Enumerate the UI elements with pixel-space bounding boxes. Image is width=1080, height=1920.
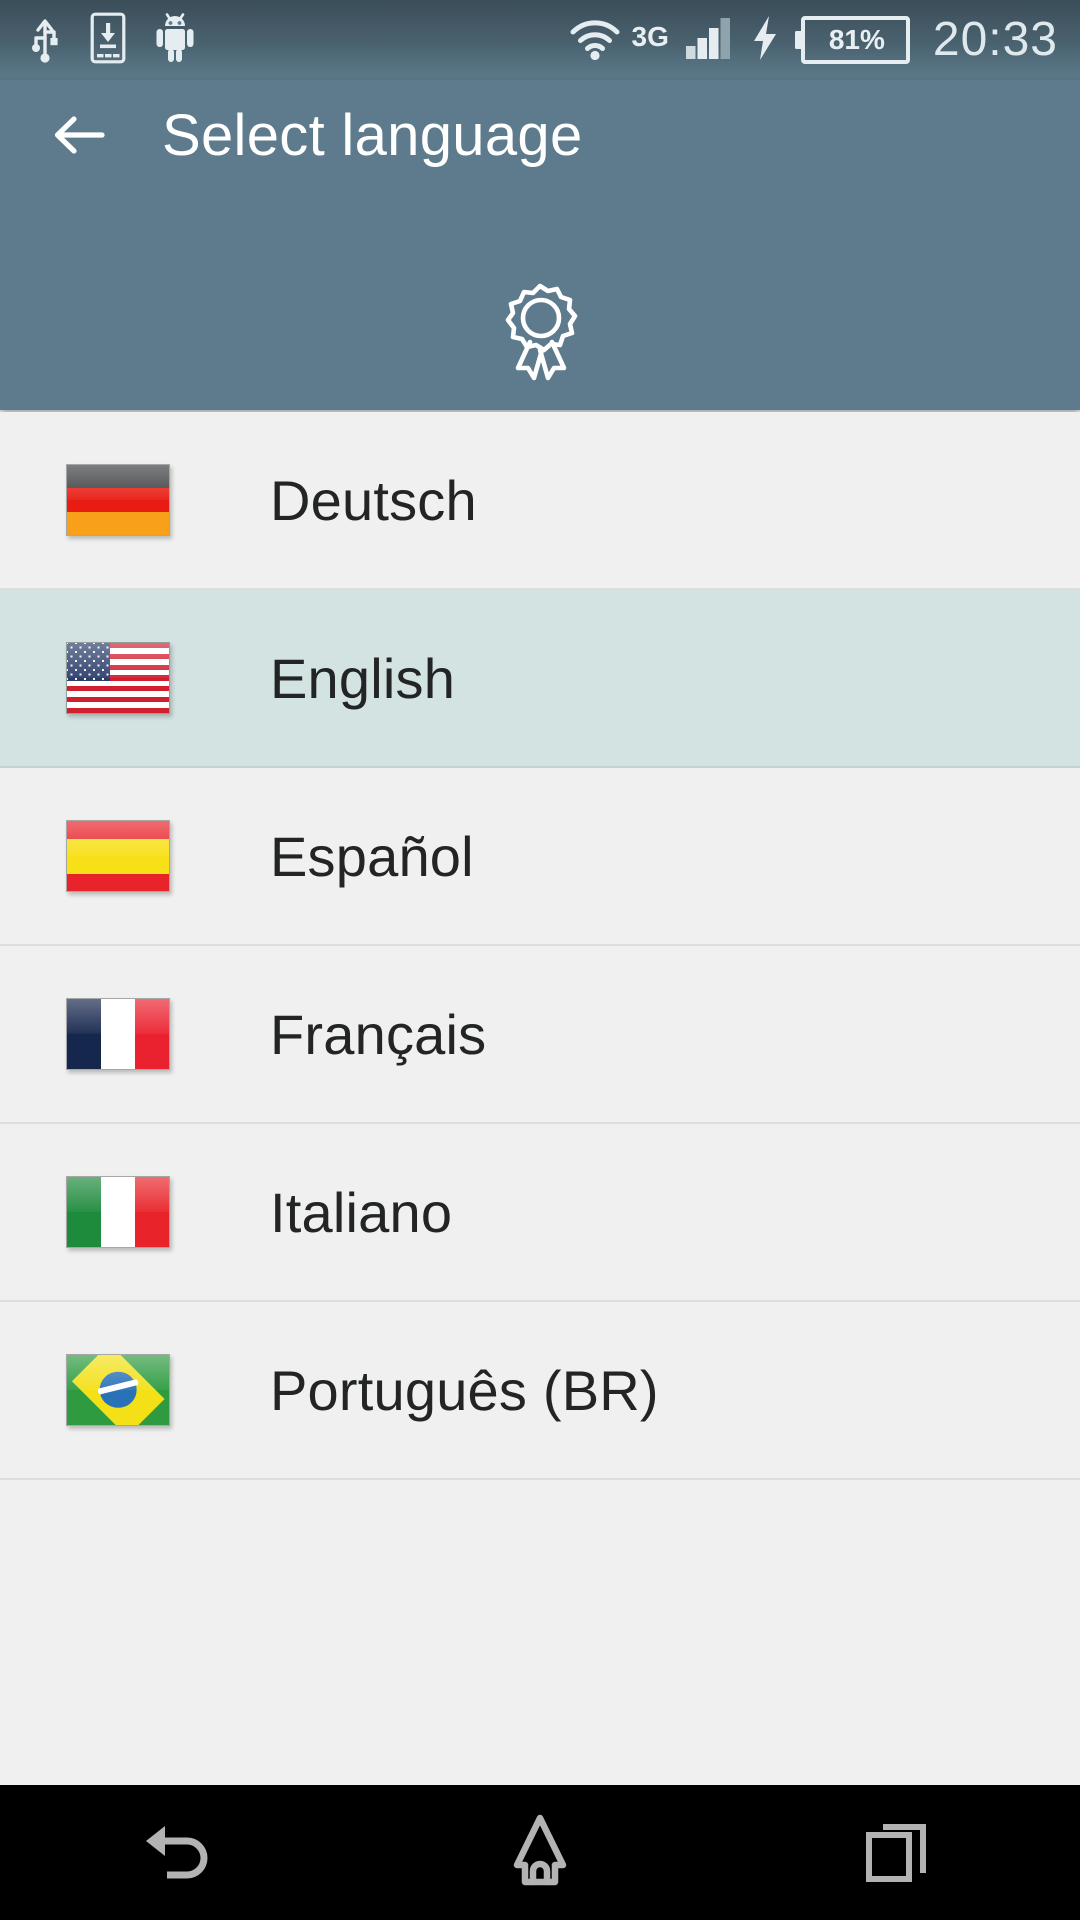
cellular-signal-icon	[685, 16, 735, 65]
battery-percentage: 81%	[828, 24, 885, 55]
network-type-label: 3G	[631, 20, 669, 52]
app-bar-top-row: Select language	[0, 80, 1080, 190]
flag-italy	[66, 1176, 170, 1248]
status-bar[interactable]: 3G 81% 20:33	[0, 0, 1080, 80]
android-robot-icon	[154, 12, 196, 68]
language-list: Deutsch English Español Français Italian…	[0, 412, 1080, 1480]
app-bar: Select language	[0, 80, 1080, 410]
recents-icon	[865, 1817, 935, 1888]
home-icon	[503, 1813, 577, 1892]
language-label: Français	[270, 1002, 487, 1066]
flag-france	[66, 998, 170, 1070]
battery-indicator: 81%	[794, 15, 911, 65]
nav-back-button[interactable]	[0, 1785, 360, 1920]
back-arrow-icon[interactable]	[48, 104, 110, 166]
language-label: Deutsch	[270, 468, 477, 532]
system-navigation-bar	[0, 1785, 1080, 1920]
language-row-portugues-br[interactable]: Português (BR)	[0, 1302, 1080, 1480]
language-row-deutsch[interactable]: Deutsch	[0, 412, 1080, 590]
language-label: Español	[270, 824, 474, 888]
flag-brazil	[66, 1354, 170, 1426]
status-bar-clock: 20:33	[932, 13, 1058, 66]
wifi-icon	[568, 16, 622, 65]
charging-bolt-icon	[751, 15, 779, 66]
status-bar-right-icons: 3G 81% 20:33	[568, 15, 1080, 66]
language-label: English	[270, 646, 456, 710]
nav-home-button[interactable]	[360, 1785, 720, 1920]
flag-spain	[66, 820, 170, 892]
language-row-francais[interactable]: Français	[0, 946, 1080, 1124]
flag-united-states	[66, 642, 170, 714]
language-label: Italiano	[270, 1180, 453, 1244]
nav-recents-button[interactable]	[720, 1785, 1080, 1920]
page-title: Select language	[162, 102, 583, 168]
language-row-espanol[interactable]: Español	[0, 768, 1080, 946]
language-label: Português (BR)	[270, 1358, 659, 1422]
award-ribbon-icon	[494, 278, 586, 395]
download-to-device-icon	[90, 12, 126, 69]
status-bar-left-icons	[0, 12, 196, 69]
flag-germany	[66, 464, 170, 536]
app-bar-badge	[0, 278, 1080, 395]
language-row-english[interactable]: English	[0, 590, 1080, 768]
back-icon	[141, 1817, 219, 1888]
usb-icon	[28, 12, 62, 69]
language-row-italiano[interactable]: Italiano	[0, 1124, 1080, 1302]
